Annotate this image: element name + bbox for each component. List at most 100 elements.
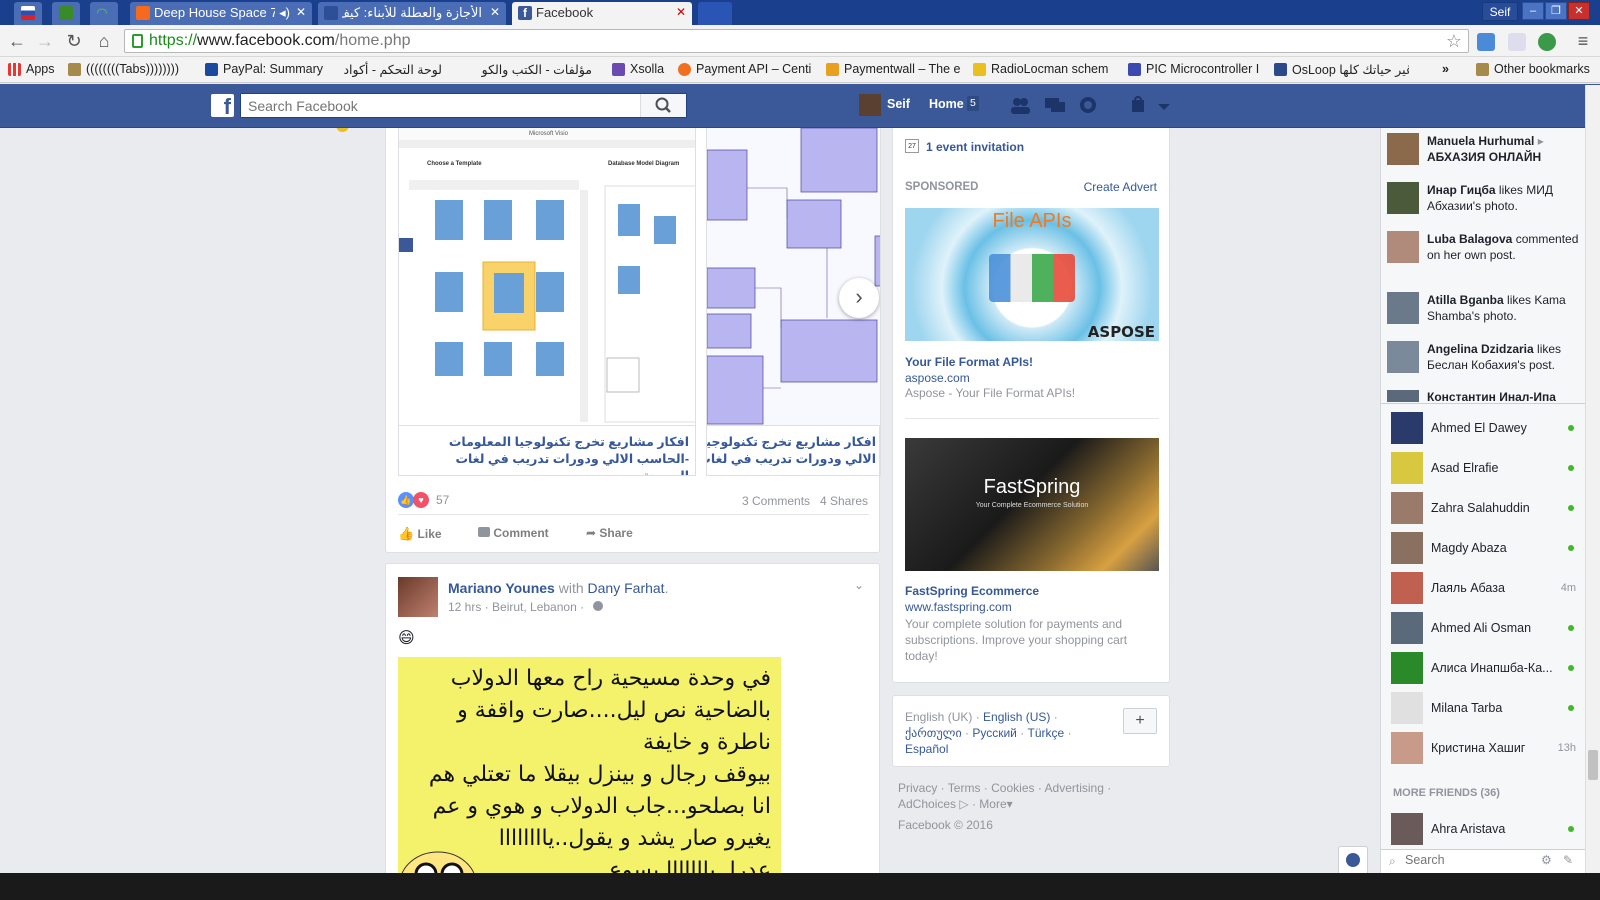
- chat-friend[interactable]: Zahra Salahuddin: [1391, 491, 1576, 525]
- close-tab-icon[interactable]: ✕: [490, 5, 500, 19]
- other-bookmarks[interactable]: Other bookmarks: [1476, 62, 1590, 76]
- language-link[interactable]: Türkçe: [1028, 726, 1065, 740]
- event-invitation-link[interactable]: 1 event invitation: [926, 140, 1024, 154]
- post-options-chevron-down-icon[interactable]: ⌄: [854, 578, 864, 592]
- post-meta[interactable]: 12 hrs · Beirut, Lebanon ·: [448, 600, 584, 614]
- pinned-tab[interactable]: [14, 2, 42, 25]
- address-bar[interactable]: https://www.facebook.com/home.php ☆: [124, 29, 1469, 53]
- reload-icon[interactable]: ↻: [63, 31, 85, 51]
- like-button[interactable]: 👍 Like: [398, 526, 442, 542]
- carousel-item[interactable]: Microsoft Visio Choose a Template Databa…: [398, 128, 696, 476]
- close-tab-icon[interactable]: ✕: [296, 5, 306, 19]
- comments-count[interactable]: 3 Comments: [742, 494, 810, 508]
- translate-extension-icon[interactable]: [1477, 33, 1495, 51]
- language-link[interactable]: Español: [905, 742, 948, 756]
- language-link[interactable]: English (US): [983, 710, 1050, 724]
- bookmark-books[interactable]: مؤلفات - الكتب والكو: [462, 62, 592, 77]
- close-window-button[interactable]: ✕: [1568, 2, 1590, 20]
- shares-count[interactable]: 4 Shares: [820, 494, 868, 508]
- facebook-logo-icon[interactable]: f: [211, 94, 234, 117]
- scrollbar-thumb[interactable]: [1588, 750, 1598, 780]
- footer-link[interactable]: Cookies: [991, 781, 1034, 795]
- chat-settings-gear-icon[interactable]: ⚙: [1541, 853, 1552, 867]
- bookmark-payment-api[interactable]: Payment API – Centi: [678, 62, 816, 76]
- ad-site[interactable]: www.fastspring.com: [905, 600, 1012, 614]
- create-advert-link[interactable]: Create Advert: [1084, 180, 1157, 194]
- chat-friend[interactable]: Лаяль Абаза 4m: [1391, 571, 1576, 605]
- chat-friend[interactable]: Ahra Aristava: [1391, 812, 1576, 846]
- minimize-button[interactable]: –: [1522, 2, 1544, 20]
- close-tab-icon[interactable]: ✕: [676, 5, 686, 19]
- bookmark-apps[interactable]: Apps: [8, 62, 55, 76]
- tab-facebook[interactable]: f Facebook ✕: [512, 2, 692, 25]
- ad-image[interactable]: FastSpring Your Complete Ecommerce Solut…: [905, 438, 1159, 571]
- notifications-globe-icon[interactable]: [1078, 96, 1098, 114]
- bookmark-osloop[interactable]: OsLoop غير حياتك كلها: [1274, 62, 1409, 77]
- friend-requests-icon[interactable]: [1010, 96, 1030, 114]
- back-icon[interactable]: ←: [6, 31, 28, 51]
- tab-deep-house[interactable]: Deep House Space 78 ◂) ✕: [130, 2, 312, 25]
- pinned-tab[interactable]: ◠: [90, 2, 118, 25]
- post-image[interactable]: في وحدة مسيحية راح معها الدولاب بالضاحية…: [398, 657, 781, 884]
- reactions-count[interactable]: 57: [436, 493, 449, 507]
- footer-link[interactable]: Terms: [948, 781, 981, 795]
- add-language-button[interactable]: +: [1123, 708, 1157, 734]
- forward-icon[interactable]: →: [34, 31, 56, 51]
- pinned-tab[interactable]: [52, 2, 80, 25]
- avatar[interactable]: [859, 94, 881, 116]
- new-tab-button[interactable]: [698, 2, 732, 25]
- share-button[interactable]: ➦ Share: [586, 526, 633, 540]
- carousel-next-button[interactable]: ›: [839, 278, 879, 318]
- home-icon[interactable]: ⌂: [93, 31, 115, 51]
- menu-icon[interactable]: ≡: [1572, 31, 1594, 51]
- carousel-item[interactable]: افكار مشاريع تخرج تكنولوجيا المعلومات -ا…: [706, 128, 881, 476]
- footer-link[interactable]: Privacy: [898, 781, 937, 795]
- carousel-caption[interactable]: افكار مشاريع تخرج تكنولوجيا المعلومات -ا…: [399, 425, 695, 475]
- ad-title[interactable]: FastSpring Ecommerce: [905, 584, 1039, 598]
- footer-link[interactable]: Advertising: [1045, 781, 1104, 795]
- tab-vacation[interactable]: الأجازة والعطلة للأبناء: كيف ✕: [318, 2, 506, 25]
- search-button[interactable]: [640, 94, 686, 117]
- bookmark-radiolocman[interactable]: RadioLocman schem: [973, 62, 1108, 76]
- carousel-caption[interactable]: افكار مشاريع تخرج تكنولوجيا المعلومات -ا…: [707, 425, 880, 475]
- chat-friend[interactable]: Кристина Хашиг 13h: [1391, 731, 1576, 765]
- messages-icon[interactable]: [1045, 96, 1065, 114]
- chat-friend[interactable]: Ahmed Ali Osman: [1391, 611, 1576, 645]
- ticker-item[interactable]: Константин Инал-Ипа: [1387, 390, 1579, 402]
- chat-friend[interactable]: Ahmed El Dawey: [1391, 411, 1576, 445]
- account-menu-chevron-down-icon[interactable]: [1156, 96, 1172, 114]
- translate-globe-button[interactable]: [1338, 846, 1368, 873]
- tagged-friend[interactable]: Dany Farhat: [588, 580, 665, 596]
- bookmark-paymentwall[interactable]: Paymentwall – The e: [826, 62, 964, 76]
- chat-friend[interactable]: Magdy Abaza: [1391, 531, 1576, 565]
- ad-image[interactable]: File APIs ASPOSE: [905, 208, 1159, 341]
- maximize-button[interactable]: ❐: [1545, 2, 1567, 20]
- footer-link[interactable]: AdChoices: [898, 797, 956, 811]
- chat-search-input[interactable]: [1405, 853, 1535, 867]
- chat-friend[interactable]: Алиса Инапшба-Ка...: [1391, 651, 1576, 685]
- post-author[interactable]: Mariano Younes: [448, 580, 555, 596]
- bookmark-pic[interactable]: PIC Microcontroller I: [1128, 62, 1263, 76]
- bookmark-xsolla[interactable]: Xsolla: [612, 62, 664, 76]
- bookmark-star-icon[interactable]: ☆: [1446, 30, 1462, 52]
- globe-extension-icon[interactable]: [1538, 33, 1556, 51]
- comment-button[interactable]: Comment: [478, 526, 549, 540]
- bookmark-paypal[interactable]: PayPal: Summary: [205, 62, 323, 76]
- profile-link[interactable]: Seif: [887, 97, 910, 111]
- extension-icon[interactable]: [1508, 33, 1526, 51]
- footer-link[interactable]: More: [979, 797, 1006, 811]
- chat-friend[interactable]: Asad Elrafie: [1391, 451, 1576, 485]
- privacy-shortcuts-icon[interactable]: [1130, 96, 1150, 114]
- bookmark-control-panel[interactable]: لوحة التحكم - أكواد: [336, 62, 442, 77]
- language-link[interactable]: ქართული: [905, 726, 962, 740]
- bookmarks-overflow-button[interactable]: »: [1442, 62, 1449, 76]
- facebook-search-input[interactable]: [241, 94, 636, 117]
- language-link[interactable]: Русский: [972, 726, 1017, 740]
- new-message-icon[interactable]: ✎: [1563, 853, 1573, 867]
- home-link[interactable]: Home: [929, 97, 964, 111]
- profile-button[interactable]: Seif: [1482, 2, 1518, 21]
- bookmark-folder[interactable]: ((((((((Tabs)))))))): [68, 62, 179, 76]
- avatar[interactable]: [398, 577, 438, 617]
- ad-site[interactable]: aspose.com: [905, 371, 970, 385]
- chat-friend[interactable]: Milana Tarba: [1391, 691, 1576, 725]
